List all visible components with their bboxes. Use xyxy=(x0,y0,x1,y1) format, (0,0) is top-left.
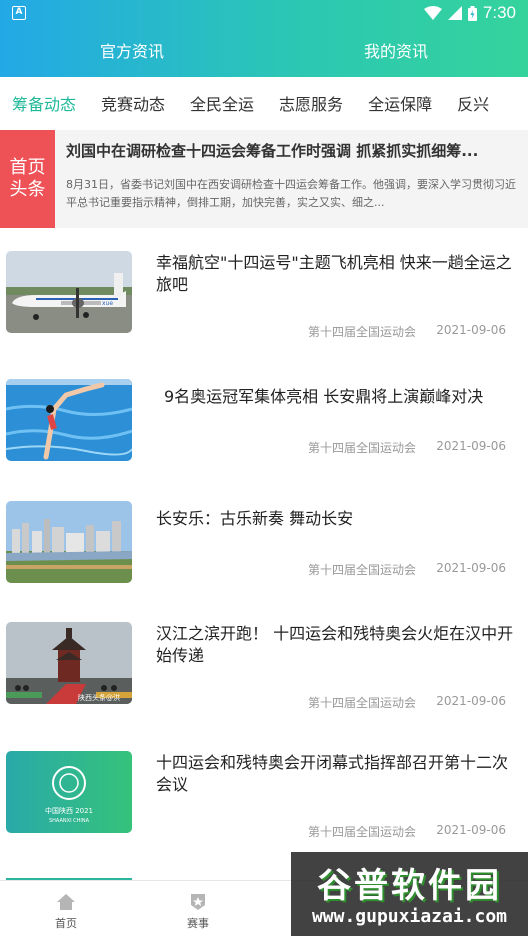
logo-line-1: 中国陕西 2021 xyxy=(45,806,93,815)
category-tab-bar: 筹备动态 竞赛动态 全民全运 志愿服务 全运保障 反兴 xyxy=(0,77,528,129)
home-icon xyxy=(57,894,75,910)
torch-watermark-text: 陕西头条@洪 xyxy=(78,693,120,702)
tab-preparation[interactable]: 筹备动态 xyxy=(12,91,76,115)
news-date: 2021-09-06 xyxy=(436,439,506,453)
news-date: 2021-09-06 xyxy=(436,561,506,575)
news-date: 2021-09-06 xyxy=(436,823,506,837)
signal-icon xyxy=(447,6,462,20)
news-thumbnail-logo: 中国陕西 2021 SHAANXI CHINA xyxy=(6,751,132,833)
plane-tail-text: xue xyxy=(102,300,113,307)
nav-events-label: 赛事 xyxy=(187,917,209,930)
news-item[interactable]: 中国陕西 2021 SHAANXI CHINA 十四运会和残特奥会开闭幕式指挥部… xyxy=(0,740,528,850)
news-thumbnail-airplane: xue xyxy=(6,251,132,333)
nav-home-label: 首页 xyxy=(55,917,77,930)
tab-national-fitness[interactable]: 全民全运 xyxy=(190,91,254,115)
battery-icon xyxy=(467,5,477,21)
news-item[interactable]: 长安乐：古乐新奏 舞动长安 第十四届全国运动会 2021-09-06 xyxy=(0,490,528,600)
news-item[interactable]: xue 幸福航空"十四运号"主题飞机亮相 快来一趟全运之旅吧 第十四届全国运动会… xyxy=(0,240,528,350)
news-item[interactable]: 陕西头条@洪 汉江之滨开跑！ 十四运会和残特奥会火炬在汉中开始传递 第十四届全国… xyxy=(0,611,528,721)
news-source: 第十四届全国运动会 xyxy=(307,441,416,455)
status-time: 7:30 xyxy=(482,3,516,22)
app-notification-icon: A xyxy=(12,6,26,20)
nav-home[interactable]: 首页 xyxy=(36,893,96,931)
watermark-url: www.gupuxiazai.com xyxy=(311,906,508,927)
news-source: 第十四届全国运动会 xyxy=(307,696,416,710)
headline-card[interactable]: 首页 头条 刘国中在调研检查十四运会筹备工作时强调 抓紧抓实抓细筹... 8月3… xyxy=(0,130,528,228)
headline-title: 刘国中在调研检查十四运会筹备工作时强调 抓紧抓实抓细筹... xyxy=(66,142,479,160)
tab-volunteer[interactable]: 志愿服务 xyxy=(279,91,343,115)
tab-support[interactable]: 全运保障 xyxy=(368,91,432,115)
status-bar: A 7:30 xyxy=(0,0,528,28)
site-watermark: 谷普软件园 www.gupuxiazai.com xyxy=(291,852,528,936)
news-title: 幸福航空"十四运号"主题飞机亮相 快来一趟全运之旅吧 xyxy=(156,253,512,294)
news-title: 汉江之滨开跑！ 十四运会和残特奥会火炬在汉中开始传递 xyxy=(156,624,514,665)
tab-competition[interactable]: 竞赛动态 xyxy=(101,91,165,115)
headline-summary: 8月31日，省委书记刘国中在西安调研检查十四运会筹备工作。他强调，要深入学习贯彻… xyxy=(66,178,516,209)
tab-anti-doping[interactable]: 反兴 xyxy=(457,91,489,115)
news-date: 2021-09-06 xyxy=(436,694,506,708)
wifi-icon xyxy=(423,6,442,20)
medal-icon xyxy=(191,894,205,910)
badge-line-2: 头条 xyxy=(9,179,46,200)
news-title: 十四运会和残特奥会开闭幕式指挥部召开第十二次会议 xyxy=(156,753,509,794)
news-thumbnail-city xyxy=(6,501,132,583)
watermark-title: 谷普软件园 xyxy=(317,866,502,906)
top-tab-bar: 官方资讯 我的资讯 xyxy=(0,35,528,69)
news-source: 第十四届全国运动会 xyxy=(307,825,416,839)
news-date: 2021-09-06 xyxy=(436,323,506,337)
app-header: A 7:30 官方资讯 我的资讯 xyxy=(0,0,528,77)
headline-badge: 首页 头条 xyxy=(0,130,55,228)
tab-my-news[interactable]: 我的资讯 xyxy=(264,35,528,69)
news-item[interactable]: 9名奥运冠军集体亮相 长安鼎将上演巅峰对决 第十四届全国运动会 2021-09-… xyxy=(0,368,528,478)
badge-line-1: 首页 xyxy=(9,157,46,178)
news-thumbnail-diving xyxy=(6,379,132,461)
nav-events[interactable]: 赛事 xyxy=(168,893,228,931)
news-source: 第十四届全国运动会 xyxy=(307,325,416,339)
logo-line-2: SHAANXI CHINA xyxy=(49,818,90,824)
news-title: 9名奥运冠军集体亮相 长安鼎将上演巅峰对决 xyxy=(164,387,484,406)
news-thumbnail-torch: 陕西头条@洪 xyxy=(6,622,132,704)
news-title: 长安乐：古乐新奏 舞动长安 xyxy=(156,509,354,528)
tab-official-news[interactable]: 官方资讯 xyxy=(0,35,264,69)
news-source: 第十四届全国运动会 xyxy=(307,563,416,577)
